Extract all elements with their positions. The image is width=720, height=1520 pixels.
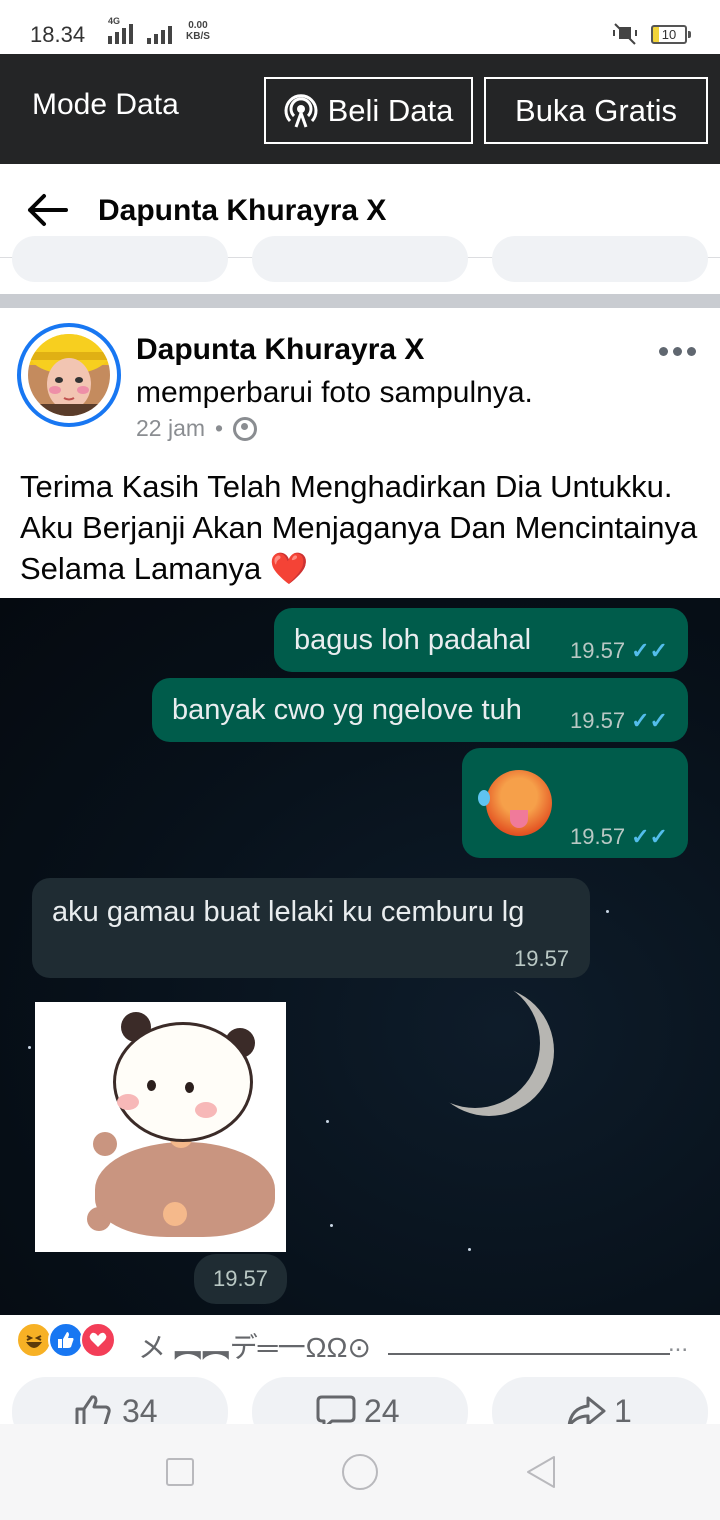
post-author-name[interactable]: Dapunta Khurayra X: [136, 333, 424, 367]
hot-face-emoji: [478, 770, 552, 836]
chat-message-text: aku gamau buat lelaki ku cemburu lg: [52, 896, 525, 928]
battery-icon: 10: [651, 25, 691, 44]
reactor-names[interactable]: メ ︻︻デ═一ΩΩ⊙: [138, 1326, 371, 1366]
signal-icon: 4G: [108, 16, 172, 44]
chat-bubble-outgoing: banyak cwo yg ngelove tuh 19.57 ✓✓: [152, 678, 688, 742]
status-bar: 18.34 4G 0.00 KB/S 10: [0, 0, 720, 54]
status-time: 18.34: [30, 22, 86, 47]
chat-message-time: 19.57: [514, 946, 570, 971]
data-mode-banner: Mode Data Beli Data Buka Gratis: [0, 54, 720, 164]
globe-icon: [233, 416, 258, 441]
haha-icon: [16, 1322, 52, 1358]
chat-message-text: bagus loh padahal: [294, 624, 532, 656]
chat-message-text: banyak cwo yg ngelove tuh: [172, 694, 522, 726]
open-free-button[interactable]: Buka Gratis: [484, 77, 708, 144]
page-title: Dapunta Khurayra X: [98, 194, 387, 227]
reactor-names-underline: [388, 1353, 670, 1355]
buy-data-label: Beli Data: [327, 92, 454, 128]
like-icon: [48, 1322, 84, 1358]
post-meta: 22 jam •: [136, 415, 258, 442]
read-ticks-icon: ✓✓: [631, 824, 668, 849]
previous-share-button[interactable]: [492, 236, 708, 282]
panda-bear-sticker: [35, 1002, 286, 1252]
more-options-icon[interactable]: [659, 347, 696, 356]
chat-message-time: 19.57 ✓✓: [570, 708, 668, 733]
heart-emoji: ❤️: [269, 551, 309, 586]
broadcast-icon: [284, 93, 318, 128]
post-image-chat-screenshot[interactable]: bagus loh padahal 19.57 ✓✓ banyak cwo yg …: [0, 598, 720, 1315]
vibrate-mute-icon: [613, 23, 637, 45]
open-free-label: Buka Gratis: [515, 92, 677, 128]
post-caption: Terima Kasih Telah Menghadirkan Dia Untu…: [20, 466, 710, 589]
avatar[interactable]: [17, 323, 121, 427]
recent-apps-icon[interactable]: [166, 1458, 194, 1486]
moon: [410, 978, 540, 1108]
buy-data-button[interactable]: Beli Data: [264, 77, 473, 144]
post-divider: [0, 294, 720, 308]
read-ticks-icon: ✓✓: [631, 708, 668, 733]
profile-photo: [28, 334, 110, 416]
system-nav-bar: [0, 1424, 720, 1520]
back-icon[interactable]: [524, 1454, 558, 1490]
truncation-ellipsis: ...: [668, 1330, 689, 1357]
chat-message-time: 19.57 ✓✓: [570, 824, 668, 849]
post-caption-text: Terima Kasih Telah Menghadirkan Dia Untu…: [20, 469, 698, 586]
post-action-text: memperbarui foto sampulnya.: [136, 376, 533, 409]
read-ticks-icon: ✓✓: [631, 638, 668, 663]
previous-like-button[interactable]: [12, 236, 228, 282]
reaction-summary[interactable]: [16, 1322, 116, 1358]
chat-bubble-outgoing: bagus loh padahal 19.57 ✓✓: [274, 608, 688, 672]
previous-comment-button[interactable]: [252, 236, 468, 282]
post-time[interactable]: 22 jam: [136, 415, 205, 442]
home-icon[interactable]: [342, 1454, 378, 1490]
data-mode-title: Mode Data: [32, 88, 179, 121]
network-speed: 0.00 KB/S: [186, 20, 210, 42]
chat-bubble-incoming: aku gamau buat lelaki ku cemburu lg 19.5…: [32, 878, 590, 978]
sticker-time: 19.57: [194, 1254, 287, 1304]
love-icon: [80, 1322, 116, 1358]
back-arrow-icon[interactable]: [26, 192, 68, 228]
chat-message-time: 19.57 ✓✓: [570, 638, 668, 663]
meta-separator: •: [215, 415, 224, 441]
chat-bubble-outgoing-emoji: 19.57 ✓✓: [462, 748, 688, 858]
